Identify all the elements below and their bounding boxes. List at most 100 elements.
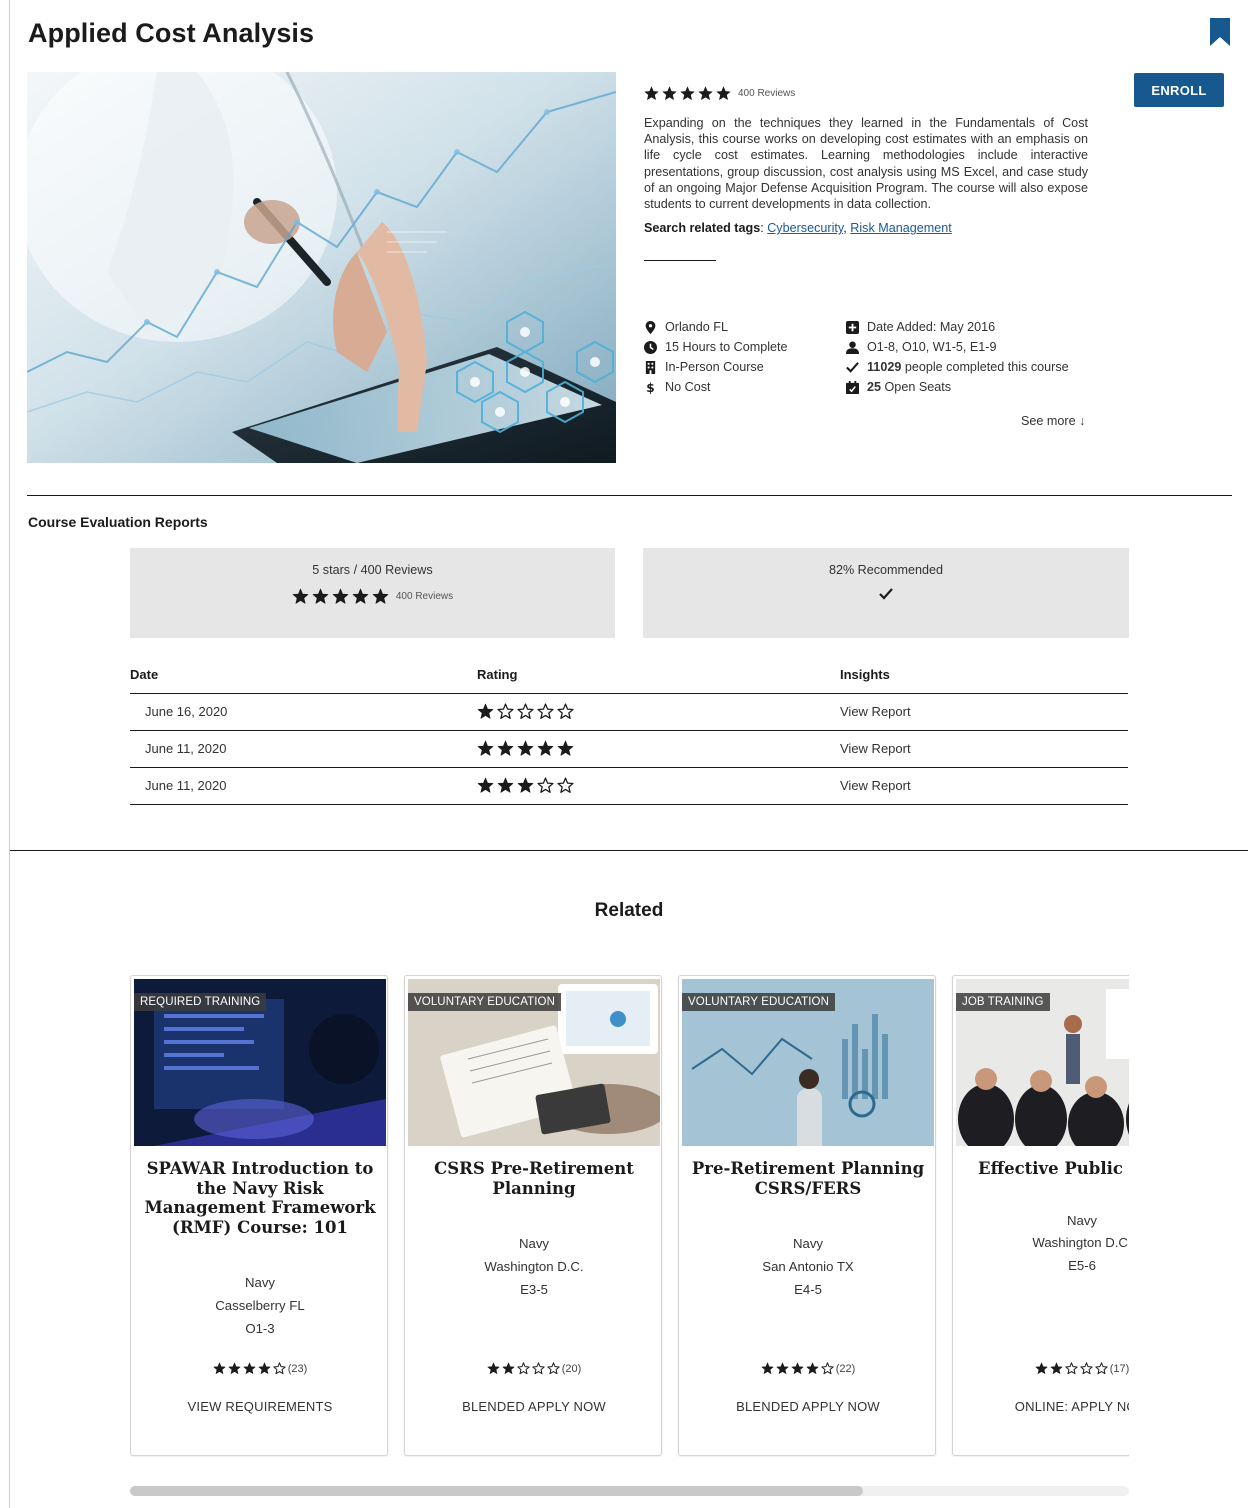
star-filled-icon — [644, 86, 659, 100]
report-insight: View Report — [840, 693, 1128, 731]
star-filled-icon — [487, 1362, 500, 1374]
fact-location-text: Orlando FL — [665, 320, 728, 334]
fact-eligibility: O1-8, O10, W1-5, E1-9 — [846, 340, 997, 354]
bookmark-icon[interactable] — [1209, 17, 1231, 47]
plus-square-icon — [846, 320, 859, 334]
card-badge: REQUIRED TRAINING — [134, 993, 267, 1011]
tag-link-risk-management[interactable]: Risk Management — [850, 221, 952, 235]
star-empty-icon — [557, 703, 574, 719]
card-rating: (23) — [131, 1362, 389, 1375]
card-title: Pre-Retirement Planning CSRS/FERS — [691, 1159, 925, 1198]
star-filled-icon — [372, 588, 389, 604]
star-empty-icon — [517, 1362, 530, 1375]
check-icon — [846, 361, 859, 373]
section-divider — [10, 850, 1248, 851]
course-hero-image — [27, 72, 616, 463]
open-seats-count: 25 — [867, 380, 882, 394]
star-filled-icon — [477, 703, 494, 719]
star-filled-icon — [517, 777, 534, 793]
summary-reviews-count: 400 Reviews — [395, 591, 454, 602]
fact-cost: $ No Cost — [644, 380, 711, 394]
card-review-count: (20) — [561, 1362, 582, 1375]
fact-cost-text: No Cost — [665, 380, 711, 394]
table-header-row: Date Rating Insights — [130, 656, 1128, 694]
building-icon — [645, 360, 656, 374]
related-title: Related — [594, 900, 664, 921]
summary-rating-label: 5 stars / 400 Reviews — [312, 563, 433, 577]
column-header-insights: Insights — [840, 656, 1128, 694]
star-empty-icon — [517, 703, 534, 719]
star-filled-icon — [791, 1362, 804, 1374]
course-title: Applied Cost Analysis — [28, 18, 315, 48]
related-course-card[interactable]: VOLUNTARY EDUCATION Pre-Retirement Planni… — [678, 975, 936, 1456]
card-title: Effective Public Speaking — [978, 1159, 1129, 1178]
card-meta: Navy Casselberry FL O1-3 — [131, 1272, 389, 1340]
card-meta: Navy Washington D.C. E3-5 — [405, 1233, 663, 1301]
star-filled-icon — [228, 1362, 241, 1374]
report-insight: View Report — [840, 767, 1128, 805]
course-description: Expanding on the techniques they learned… — [644, 116, 1088, 212]
card-badge: VOLUNTARY EDUCATION — [682, 993, 835, 1011]
view-report-link[interactable]: View Report — [840, 778, 911, 793]
card-badge: JOB TRAINING — [956, 993, 1050, 1011]
fact-date-added-text: Date Added: May 2016 — [867, 320, 996, 334]
related-course-card[interactable]: JOB TRAINING Effective Public Speaking Nav… — [952, 975, 1129, 1456]
summary-stars: 400 Reviews — [130, 588, 615, 605]
column-header-rating: Rating — [477, 656, 840, 694]
calendar-check-icon — [846, 380, 859, 394]
report-date: June 11, 2020 — [130, 767, 477, 805]
star-empty-icon — [537, 703, 554, 719]
view-report-link[interactable]: View Report — [840, 741, 911, 756]
star-filled-icon — [698, 86, 713, 100]
clock-icon — [644, 340, 657, 354]
card-branch: Navy — [518, 1236, 550, 1251]
card-location: Casselberry FL — [215, 1297, 305, 1313]
completed-count: 11029 — [867, 360, 902, 374]
reviews-count: 400 Reviews — [738, 88, 796, 99]
course-info: 400 Reviews Expanding on the techniques … — [644, 86, 1088, 262]
card-action-link[interactable]: BLENDED APPLY NOW — [405, 1399, 663, 1414]
card-action-link[interactable]: VIEW REQUIREMENTS — [131, 1399, 389, 1414]
enroll-button[interactable]: ENROLL — [1134, 73, 1224, 107]
card-branch: Navy — [244, 1275, 276, 1290]
tags-label: Search related tags — [644, 221, 760, 235]
card-review-count: (17) — [1109, 1362, 1129, 1375]
star-filled-icon — [517, 740, 534, 756]
divider — [644, 260, 716, 262]
star-filled-icon — [806, 1362, 819, 1374]
card-title: CSRS Pre-Retirement Planning — [434, 1159, 634, 1198]
evaluation-table: Date Rating Insights June 16, 2020 View R… — [130, 656, 1128, 805]
see-more-link[interactable]: See more ↓ — [1021, 414, 1085, 428]
report-rating-stars — [477, 740, 840, 757]
related-carousel[interactable]: REQUIRED TRAINING SPAWAR Introduction to … — [130, 975, 1129, 1457]
fact-format-text: In-Person Course — [665, 360, 764, 374]
report-insight: View Report — [840, 730, 1128, 768]
evaluation-title: Course Evaluation Reports — [28, 514, 208, 530]
star-filled-icon — [716, 86, 731, 100]
fact-completed: 11029 people completed this course — [846, 360, 1069, 374]
report-rating — [477, 730, 840, 768]
view-report-link[interactable]: View Report — [840, 704, 911, 719]
card-action-link[interactable]: BLENDED APPLY NOW — [679, 1399, 937, 1414]
card-rating: (22) — [679, 1362, 937, 1375]
star-filled-icon — [477, 777, 494, 793]
tag-link-cybersecurity[interactable]: Cybersecurity — [767, 221, 843, 235]
star-empty-icon — [557, 777, 574, 793]
map-pin-icon — [645, 320, 656, 334]
star-empty-icon — [537, 777, 554, 793]
card-badge: VOLUNTARY EDUCATION — [408, 993, 561, 1011]
card-action-link[interactable]: ONLINE: APPLY NOW — [953, 1399, 1129, 1414]
report-rating — [477, 767, 840, 805]
table-row: June 11, 2020 View Report — [130, 767, 1128, 805]
course-rating: 400 Reviews — [644, 86, 1088, 101]
carousel-scrollbar-thumb[interactable] — [130, 1486, 863, 1496]
star-filled-icon — [497, 777, 514, 793]
related-course-card[interactable]: REQUIRED TRAINING SPAWAR Introduction to … — [130, 975, 388, 1456]
star-filled-icon — [292, 588, 309, 604]
section-divider — [27, 495, 1232, 496]
related-course-card[interactable]: VOLUNTARY EDUCATION CSRS Pre-Retirement P… — [404, 975, 662, 1456]
star-filled-icon — [680, 86, 695, 100]
star-filled-icon — [477, 740, 494, 756]
card-rating: (17) — [953, 1362, 1129, 1375]
card-grade: E3-5 — [520, 1281, 548, 1297]
